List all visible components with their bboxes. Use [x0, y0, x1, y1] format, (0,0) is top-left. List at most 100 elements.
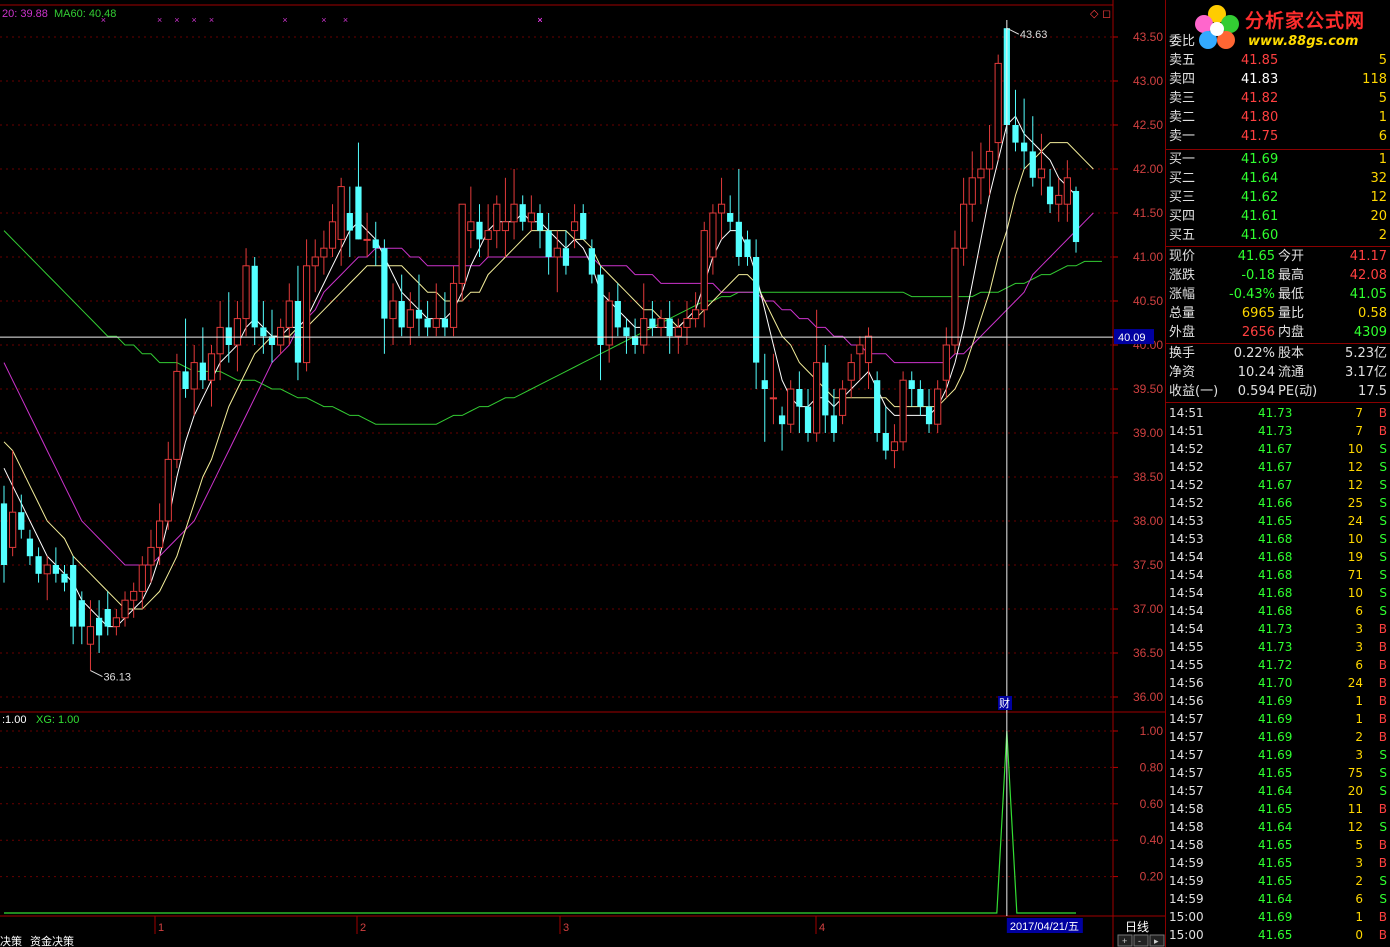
y-tick-label: 37.00 [1133, 602, 1163, 616]
quote-row: 外盘 2656 内盘 4309 [1166, 323, 1390, 342]
bid-volume: 12 [1370, 190, 1387, 205]
trade-price: 41.68 [1258, 550, 1293, 564]
trade-row: 14:56 41.69 1 B [1166, 692, 1390, 710]
trade-side: B [1378, 406, 1387, 420]
trade-price: 41.69 [1258, 910, 1293, 924]
trade-row: 14:59 41.65 3 B [1166, 854, 1390, 872]
kline-chart[interactable]: 43.5043.0042.5042.0041.5041.0040.5040.00… [0, 0, 1165, 947]
y-tick-label: 36.00 [1133, 690, 1163, 704]
y-tick-label: 39.50 [1133, 382, 1163, 396]
quote-label: 涨跌 [1169, 268, 1196, 283]
scroll-button-label: ▸ [1154, 936, 1159, 946]
trade-row: 14:57 41.69 3 S [1166, 746, 1390, 764]
ask-volume: 1 [1378, 110, 1387, 125]
fundamental-value-2: 17.5 [1358, 384, 1387, 399]
quote-row: 涨幅 -0.43% 最低 41.05 [1166, 285, 1390, 304]
quote-row: 涨跌 -0.18 最高 42.08 [1166, 266, 1390, 285]
candle [449, 265, 458, 337]
fundamental-row: 收益(一) 0.594 PE(动) 17.5 [1166, 382, 1390, 401]
trade-volume: 24 [1347, 514, 1363, 528]
trade-time: 14:52 [1169, 478, 1204, 492]
trade-time: 14:54 [1169, 586, 1204, 600]
price-grid [0, 0, 1165, 947]
candle [683, 301, 691, 345]
trade-time: 14:58 [1169, 820, 1204, 834]
candle [735, 169, 742, 266]
candle [925, 389, 933, 433]
trade-volume: 10 [1347, 586, 1363, 600]
x-tick-label: 2 [360, 922, 366, 934]
bid-label: 买五 [1169, 228, 1196, 243]
bid-row: 买四 41.61 20 [1166, 207, 1390, 226]
bid-label: 买一 [1169, 152, 1196, 167]
candle [649, 301, 656, 337]
trade-row: 14:55 41.72 6 B [1166, 656, 1390, 674]
bid-row: 买五 41.60 2 [1166, 226, 1390, 245]
candle [968, 151, 976, 222]
candle [753, 239, 760, 389]
bid-price: 41.62 [1241, 190, 1279, 205]
cursor-date-label: 2017/04/21/五 [1010, 921, 1079, 933]
candle [70, 556, 77, 645]
bid-price: 41.60 [1241, 228, 1279, 243]
trade-side: S [1379, 874, 1387, 888]
trade-side: B [1378, 928, 1387, 942]
quote-value-2: 41.17 [1349, 249, 1387, 264]
trade-side: S [1379, 586, 1387, 600]
trade-side: S [1379, 550, 1387, 564]
trade-price: 41.65 [1258, 514, 1293, 528]
candle [1037, 133, 1046, 196]
trade-time: 14:52 [1169, 460, 1204, 474]
bid-volume: 20 [1370, 209, 1387, 224]
price-axis: 43.5043.0042.5042.0041.5041.0040.5040.00… [1113, 30, 1163, 704]
quote-label: 现价 [1169, 249, 1196, 264]
ask-label: 卖三 [1169, 91, 1196, 106]
trade-time: 14:52 [1169, 442, 1204, 456]
candle [761, 353, 768, 442]
quote-row: 总量 6965 量比 0.58 [1166, 304, 1390, 323]
trade-side: S [1379, 514, 1387, 528]
candle [1029, 116, 1036, 187]
trade-time: 14:53 [1169, 514, 1204, 528]
ask-row: 卖四 41.83 118 [1166, 70, 1390, 89]
candle [216, 301, 224, 381]
bid-row: 买一 41.69 1 [1166, 150, 1390, 169]
candle [484, 204, 492, 257]
candle [104, 591, 111, 636]
trade-time: 14:56 [1169, 676, 1204, 690]
square-icon: ◻ [1102, 8, 1111, 20]
candle [493, 195, 501, 249]
signal-marker: × [174, 15, 179, 25]
trade-row: 14:57 41.69 2 B [1166, 728, 1390, 746]
fundamental-label-2: 流通 [1278, 365, 1305, 380]
diamond-icon: ◇ [1090, 8, 1099, 20]
trade-volume: 11 [1347, 802, 1363, 816]
candle [130, 582, 138, 618]
trade-row: 14:54 41.68 10 S [1166, 584, 1390, 602]
trade-row: 15:00 41.65 0 B [1166, 926, 1390, 944]
candle [1055, 177, 1063, 222]
candle [35, 547, 42, 583]
trade-side: S [1379, 532, 1387, 546]
trade-volume: 3 [1355, 622, 1363, 636]
candle [164, 441, 172, 530]
trade-price: 41.70 [1258, 676, 1293, 690]
quote-value-2: 42.08 [1349, 268, 1387, 283]
indicator-tick-label: 0.60 [1140, 797, 1164, 811]
trade-price: 41.68 [1258, 604, 1293, 618]
trade-side: S [1379, 748, 1387, 762]
trade-side: S [1379, 478, 1387, 492]
candle [977, 142, 985, 205]
trade-side: B [1378, 838, 1387, 852]
trade-time: 14:51 [1169, 406, 1204, 420]
trade-price: 41.65 [1258, 856, 1293, 870]
trade-price: 41.69 [1258, 712, 1293, 726]
fundamental-value-2: 5.23亿 [1345, 346, 1387, 361]
candle [346, 186, 353, 257]
trade-volume: 10 [1347, 532, 1363, 546]
candle [328, 204, 337, 257]
indicator-tick-label: 0.80 [1140, 760, 1164, 774]
candle [994, 54, 1002, 161]
candle [830, 389, 838, 442]
signal-marker: × [209, 15, 214, 25]
